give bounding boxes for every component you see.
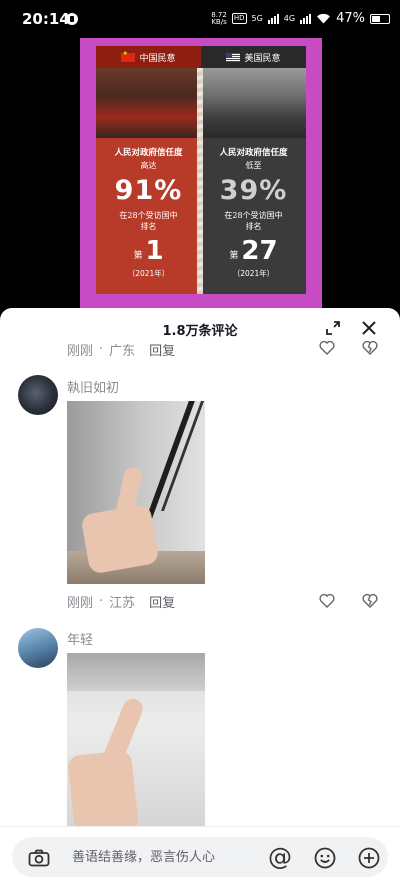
us-crowd-photo (201, 68, 306, 138)
china-panel: 中国民意 人民对政府信任度 高达 91% 在28个受访国中 排名 第 1 （20… (96, 46, 201, 294)
us-stat-level: 低至 (245, 161, 262, 170)
comment-location: 江苏 (109, 596, 136, 611)
dislike-icon[interactable] (362, 340, 378, 355)
finger-shape (100, 695, 146, 771)
comment-input-bar: @ (0, 826, 400, 887)
us-year: （2021年） (232, 269, 275, 278)
china-stat-desc: 在28个受访国中 排名 (96, 210, 201, 232)
china-rank-number: 1 (145, 236, 164, 266)
comment-meta-partial: 刚刚 · 广东 回复 (67, 340, 176, 359)
comment-input[interactable] (72, 847, 262, 867)
china-header: 中国民意 (96, 46, 201, 68)
signal-icon-2 (300, 13, 312, 24)
network-speed-unit: KB/s (211, 17, 227, 26)
video-poster: 中国民意 人民对政府信任度 高达 91% 在28个受访国中 排名 第 1 （20… (80, 38, 322, 308)
camera-icon[interactable] (28, 849, 50, 867)
comment-meta: 刚刚 · 江苏 回复 (67, 592, 176, 611)
us-stats: 人民对政府信任度 低至 39% 在28个受访国中 排名 第 27 （2021年） (201, 138, 306, 279)
comment-image[interactable] (67, 653, 205, 828)
china-stats: 人民对政府信任度 高达 91% 在28个受访国中 排名 第 1 （2021年） (96, 138, 201, 279)
close-icon[interactable] (361, 320, 377, 336)
avatar[interactable] (18, 628, 58, 668)
china-stat-level: 高达 (140, 161, 157, 170)
status-time: 20:14 (22, 10, 70, 28)
us-stat-title: 人民对政府信任度 (219, 148, 288, 158)
expand-icon[interactable] (325, 320, 341, 336)
hand-shape (67, 749, 140, 828)
us-flag-icon (226, 52, 241, 62)
wifi-icon (317, 13, 331, 24)
at-mention-icon[interactable]: @ (267, 845, 293, 871)
comment-image[interactable] (67, 401, 205, 584)
heart-icon[interactable] (319, 593, 335, 608)
comment-time: 刚刚 (67, 596, 94, 611)
china-crowd-photo (96, 68, 201, 138)
reply-button[interactable]: 回复 (149, 340, 175, 359)
status-indicators: 8.72 KB/s HD 5G 4G 47% (211, 11, 390, 26)
hd-badge: HD (231, 13, 247, 24)
china-rank-label: 第 (133, 251, 143, 261)
us-stat-desc-line1: 在28个受访国中 (224, 211, 283, 220)
emoji-icon[interactable] (314, 847, 336, 869)
network-speed: 8.72 KB/s (211, 11, 227, 26)
notification-icon (66, 13, 78, 25)
network-type-5g: 5G (251, 14, 263, 23)
plus-icon[interactable] (358, 847, 380, 869)
avatar[interactable] (18, 375, 58, 415)
comments-sheet: 1.8万条评论 刚刚 · 广东 回复 執旧如初 刚刚 · 江苏 回复 年轻 善语… (0, 308, 400, 887)
china-year: （2021年） (127, 269, 170, 278)
us-rank-label: 第 (229, 251, 239, 261)
signal-icon (267, 13, 279, 24)
heart-icon[interactable] (319, 340, 335, 355)
china-stat-percent: 91% (114, 175, 183, 206)
us-rank: 第 27 (201, 238, 306, 264)
network-type-4g: 4G (283, 14, 296, 23)
us-header: 美国民意 (201, 46, 306, 68)
comment-username[interactable]: 年轻 (67, 629, 93, 648)
status-bar: 20:14 8.72 KB/s HD 5G 4G 47% (0, 0, 400, 38)
china-stat-desc-line2: 排名 (140, 222, 157, 231)
battery-icon (370, 13, 390, 24)
us-stat-desc-line2: 排名 (245, 222, 262, 231)
reply-button[interactable]: 回复 (149, 592, 175, 611)
us-header-label: 美国民意 (244, 53, 281, 64)
video-player[interactable]: 中国民意 人民对政府信任度 高达 91% 在28个受访国中 排名 第 1 （20… (0, 38, 400, 308)
china-flag-icon (121, 50, 136, 62)
us-panel: 美国民意 人民对政府信任度 低至 39% 在28个受访国中 排名 第 27 （2… (201, 46, 306, 294)
comment-location: 广东 (109, 344, 136, 359)
comment-username[interactable]: 執旧如初 (67, 377, 119, 396)
china-header-label: 中国民意 (139, 53, 176, 64)
china-stat-title: 人民对政府信任度 (114, 148, 183, 158)
china-rank: 第 1 (96, 238, 201, 264)
torn-paper-divider (197, 68, 203, 294)
us-stat-percent: 39% (219, 175, 288, 206)
us-rank-number: 27 (241, 236, 278, 266)
china-stat-desc-line1: 在28个受访国中 (119, 211, 178, 220)
dislike-icon[interactable] (362, 593, 378, 608)
comment-time: 刚刚 (67, 344, 94, 359)
comparison-card: 中国民意 人民对政府信任度 高达 91% 在28个受访国中 排名 第 1 （20… (96, 46, 306, 294)
us-stat-desc: 在28个受访国中 排名 (201, 210, 306, 232)
battery-percent: 47% (336, 11, 365, 26)
